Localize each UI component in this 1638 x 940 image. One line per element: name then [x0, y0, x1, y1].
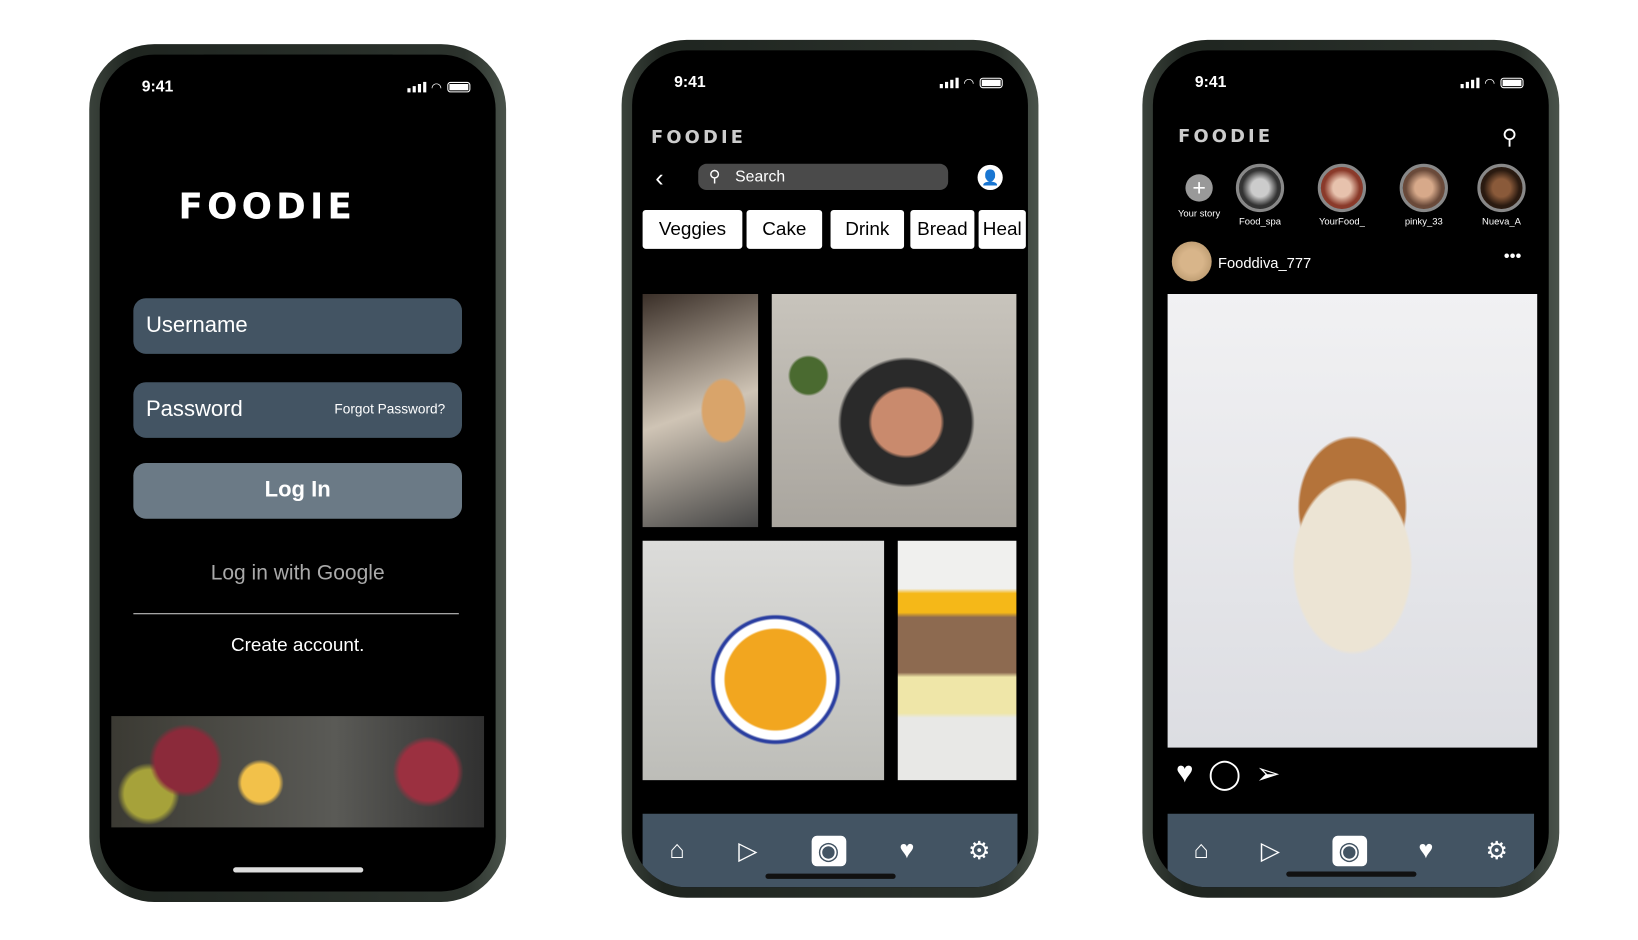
- home-icon[interactable]: ⌂: [1194, 836, 1209, 865]
- signal-icon: [1460, 77, 1479, 89]
- login-button[interactable]: Log In: [133, 463, 462, 519]
- chip-cake[interactable]: Cake: [746, 209, 823, 249]
- chip-bread[interactable]: Bread: [910, 209, 975, 249]
- story-your-story[interactable]: + Your story: [1168, 164, 1231, 218]
- notch: [1256, 50, 1446, 82]
- battery-icon: [979, 77, 1003, 89]
- username-input[interactable]: Username: [133, 298, 462, 354]
- status-icons: ◠: [1460, 75, 1524, 91]
- camera-icon[interactable]: ◉: [1332, 835, 1367, 866]
- home-indicator: [764, 873, 896, 879]
- sandwich-photo[interactable]: [771, 294, 1017, 528]
- battery-icon: [447, 81, 471, 93]
- post-avatar[interactable]: [1171, 241, 1212, 282]
- wifi-icon: ◠: [1484, 75, 1496, 91]
- comment-icon[interactable]: ◯: [1208, 756, 1241, 791]
- search-icon: ⚲: [708, 168, 721, 186]
- chip-veggies[interactable]: Veggies: [642, 209, 743, 249]
- create-account-link[interactable]: Create account.: [100, 634, 496, 656]
- divider: [133, 613, 459, 615]
- add-story-icon: +: [1185, 174, 1213, 202]
- parfait-photo[interactable]: [897, 540, 1017, 781]
- app-logo: FOODIE: [178, 185, 357, 228]
- status-time: 9:41: [674, 73, 706, 92]
- story-item[interactable]: Food_spa: [1229, 163, 1292, 227]
- signal-icon: [939, 77, 959, 89]
- post-username[interactable]: Fooddiva_777: [1218, 254, 1311, 271]
- phone-feed: 9:41 ◠ FOODIE ⚲ + Your story Food_spa You…: [1142, 39, 1560, 898]
- status-icons: ◠: [939, 75, 1003, 91]
- wifi-icon: ◠: [431, 79, 443, 95]
- story-item[interactable]: pinky_33: [1392, 163, 1455, 227]
- google-login-link[interactable]: Log in with Google: [100, 562, 496, 586]
- notch: [735, 50, 925, 82]
- app-logo: FOODIE: [651, 127, 747, 149]
- avatar: [1477, 163, 1526, 213]
- play-icon[interactable]: ▷: [1261, 835, 1280, 865]
- status-time: 9:41: [1194, 73, 1227, 92]
- story-item[interactable]: YourFood_: [1310, 163, 1373, 227]
- chip-health[interactable]: Heal: [978, 209, 1026, 249]
- gear-icon[interactable]: ⚙: [1485, 835, 1508, 865]
- heart-icon[interactable]: ♥: [1419, 836, 1434, 865]
- avatar: [1399, 163, 1448, 213]
- phone-explore: 9:41 ◠ FOODIE ‹ ⚲ Search 👤 Veggies Cake …: [621, 39, 1039, 898]
- share-icon[interactable]: ➢: [1256, 756, 1281, 791]
- chip-drink[interactable]: Drink: [830, 209, 905, 249]
- status-time: 9:41: [141, 77, 174, 96]
- like-icon[interactable]: ♥: [1176, 756, 1193, 791]
- app-logo: FOODIE: [1178, 125, 1274, 147]
- avatar: [1317, 163, 1367, 213]
- avatar: [1235, 163, 1285, 213]
- more-icon[interactable]: •••: [1504, 248, 1522, 267]
- home-icon[interactable]: ⌂: [669, 836, 684, 865]
- back-icon[interactable]: ‹: [655, 164, 663, 193]
- home-indicator: [1285, 871, 1416, 877]
- notch: [203, 54, 393, 87]
- battery-icon: [1500, 77, 1524, 89]
- camera-icon[interactable]: ◉: [811, 835, 846, 866]
- password-input[interactable]: Password Forgot Password?: [133, 382, 462, 438]
- profile-icon[interactable]: 👤: [977, 164, 1003, 191]
- phone-login: 9:41 ◠ FOODIE Username Password Forgot Pa…: [89, 44, 507, 902]
- search-icon[interactable]: ⚲: [1502, 124, 1517, 150]
- post-actions: ♥ ◯ ➢: [1176, 756, 1280, 791]
- wifi-icon: ◠: [963, 75, 975, 91]
- forgot-password-link[interactable]: Forgot Password?: [334, 401, 445, 417]
- cake-photo[interactable]: [1167, 294, 1538, 748]
- status-icons: ◠: [406, 79, 471, 95]
- signal-icon: [406, 81, 426, 93]
- play-icon[interactable]: ▷: [738, 835, 757, 865]
- food-photo: [111, 716, 485, 828]
- bread-photo[interactable]: [642, 294, 759, 528]
- password-placeholder: Password: [145, 396, 243, 422]
- search-placeholder: Search: [735, 168, 786, 186]
- home-indicator: [232, 867, 363, 873]
- gear-icon[interactable]: ⚙: [968, 835, 991, 865]
- story-item[interactable]: Nueva_A: [1470, 163, 1533, 227]
- soup-photo[interactable]: [642, 540, 885, 781]
- search-input[interactable]: ⚲ Search: [698, 163, 949, 191]
- heart-icon[interactable]: ♥: [899, 836, 914, 865]
